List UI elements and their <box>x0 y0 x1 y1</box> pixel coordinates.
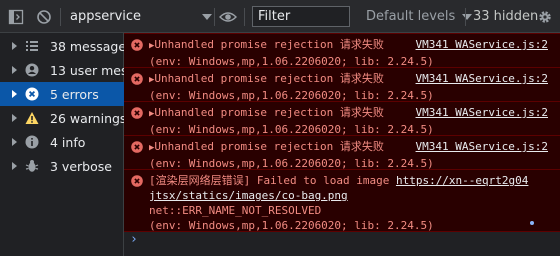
sidebar-item-messages[interactable]: 38 messages <box>0 34 124 58</box>
hidden-count: 33 hidden <box>473 9 539 24</box>
sidebar-toggle-icon <box>8 9 24 24</box>
user-icon <box>25 63 39 77</box>
console-output: ▶Unhandled promise rejection 请求失败 (env: … <box>124 33 560 256</box>
image-url-link[interactable]: jtsx/statics/images/co-bag.png <box>149 189 348 202</box>
context-label: appservice <box>70 9 142 24</box>
expand-caret-icon <box>12 42 17 50</box>
sidebar-item-label: 26 warnings <box>50 110 124 126</box>
gear-icon <box>539 10 551 23</box>
console-error-message[interactable]: ▶Unhandled promise rejection 请求失败 (env: … <box>124 135 560 170</box>
sidebar-item-info[interactable]: 4 info <box>0 130 124 154</box>
sidebar-item-verbose[interactable]: 3 verbose <box>0 154 124 178</box>
error-icon <box>131 141 143 153</box>
toolbar-divider <box>244 8 245 26</box>
message-error-code: net::ERR_NAME_NOT_RESOLVED <box>149 204 322 217</box>
console-error-message[interactable]: ▶Unhandled promise rejection 请求失败 (env: … <box>124 33 560 68</box>
clear-icon <box>37 9 51 24</box>
message-line: Unhandled promise rejection 请求失败 <box>154 106 384 119</box>
source-link[interactable]: VM341 WAService.js:2 <box>416 139 548 154</box>
sidebar-toggle-button[interactable] <box>8 0 24 33</box>
message-line: Unhandled promise rejection 请求失败 <box>154 140 384 153</box>
error-icon <box>131 39 143 51</box>
source-link[interactable]: VM341 WAService.js:2 <box>416 71 548 86</box>
message-line: Unhandled promise rejection 请求失败 <box>154 38 384 51</box>
sidebar-item-errors[interactable]: 5 errors <box>0 82 124 106</box>
context-selector[interactable]: appservice <box>70 0 212 33</box>
sidebar-item-warnings[interactable]: 26 warnings <box>0 106 124 130</box>
scroll-indicator <box>530 221 534 225</box>
message-line: [渲染层网络层错误] Failed to load image <box>149 174 396 187</box>
sidebar-item-label: 38 messages <box>50 38 124 54</box>
list-icon <box>26 41 38 51</box>
console-sidebar: 38 messages 13 user mes... 5 errors <box>0 33 124 256</box>
bug-icon <box>25 160 39 172</box>
expand-caret-icon <box>12 90 17 98</box>
console-error-message[interactable]: [渲染层网络层错误] Failed to load image https://… <box>124 169 560 232</box>
image-url-link[interactable]: https://xn--eqrt2g04 <box>396 174 528 187</box>
message-env: (env: Windows,mp,1.06.2206020; lib: 2.24… <box>149 219 434 232</box>
console-settings-button[interactable] <box>537 0 553 33</box>
chevron-down-icon <box>202 13 212 20</box>
console-toolbar: appservice Default levels 33 hidden <box>0 0 560 33</box>
toolbar-divider <box>465 8 466 26</box>
filter-input[interactable] <box>252 6 350 27</box>
live-expression-button[interactable] <box>219 0 237 33</box>
message-text: [渲染层网络层错误] Failed to load image https://… <box>149 173 557 233</box>
devtools-console: appservice Default levels 33 hidden <box>0 0 560 256</box>
expand-caret-icon <box>12 138 17 146</box>
source-link[interactable]: VM341 WAService.js:2 <box>416 37 548 52</box>
eye-icon <box>219 11 237 22</box>
message-line: Unhandled promise rejection 请求失败 <box>154 72 384 85</box>
sidebar-item-label: 13 user mes... <box>50 62 124 78</box>
source-link[interactable]: VM341 WAService.js:2 <box>416 105 548 120</box>
expand-caret-icon <box>12 66 17 74</box>
expand-caret-icon <box>12 162 17 170</box>
error-icon <box>25 87 39 101</box>
sidebar-item-user-messages[interactable]: 13 user mes... <box>0 58 124 82</box>
toolbar-divider <box>214 8 215 26</box>
warning-icon <box>25 112 39 124</box>
console-prompt[interactable]: › <box>130 232 138 247</box>
error-icon <box>131 175 143 187</box>
error-icon <box>131 107 143 119</box>
toolbar-divider <box>60 8 61 26</box>
clear-console-button[interactable] <box>36 0 52 33</box>
log-levels-label: Default levels <box>366 9 456 24</box>
console-error-message[interactable]: ▶Unhandled promise rejection 请求失败 (env: … <box>124 67 560 102</box>
expand-caret-icon <box>12 114 17 122</box>
log-levels-dropdown[interactable]: Default levels <box>366 0 473 33</box>
console-error-message[interactable]: ▶Unhandled promise rejection 请求失败 (env: … <box>124 101 560 136</box>
sidebar-item-label: 3 verbose <box>50 158 112 174</box>
sidebar-item-label: 5 errors <box>50 86 99 102</box>
error-icon <box>131 73 143 85</box>
sidebar-item-label: 4 info <box>50 134 86 150</box>
chevron-down-icon <box>462 13 473 20</box>
info-icon <box>25 135 39 149</box>
